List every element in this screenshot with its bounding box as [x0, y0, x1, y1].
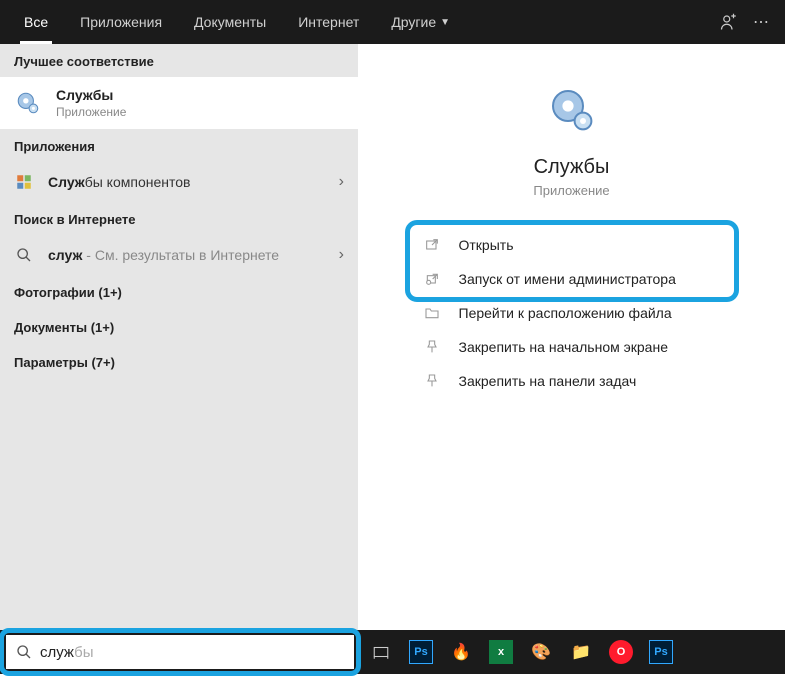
match-bold: Служ	[48, 174, 85, 190]
action-run-as-admin[interactable]: Запуск от имени администратора	[417, 262, 727, 296]
services-icon	[14, 89, 42, 117]
match-hint: - См. результаты в Интернете	[82, 247, 279, 263]
preview-panel: Службы Приложение Открыть Запуск от имен…	[358, 44, 785, 630]
action-open[interactable]: Открыть	[417, 228, 727, 262]
search-icon	[14, 245, 34, 265]
tab-label: Приложения	[80, 14, 162, 30]
action-pin-start[interactable]: Закрепить на начальном экране	[417, 330, 727, 364]
search-box-wrap: службы	[2, 631, 358, 673]
tab-web[interactable]: Интернет	[282, 0, 375, 44]
services-icon-large	[548, 86, 596, 134]
taskbar-app-photoshop-2[interactable]: Ps	[644, 635, 678, 669]
result-label: Службы компонентов	[48, 174, 190, 190]
tab-other[interactable]: Другие ▼	[375, 0, 466, 44]
action-open-location[interactable]: Перейти к расположению файла	[417, 296, 727, 330]
header-bar: Все Приложения Документы Интернет Другие…	[0, 0, 785, 44]
action-label: Запуск от имени администратора	[459, 271, 676, 287]
tab-label: Другие	[391, 14, 436, 30]
preview-subtitle: Приложение	[533, 183, 609, 198]
action-label: Открыть	[459, 237, 514, 253]
task-view-icon[interactable]	[364, 635, 398, 669]
web-heading: Поиск в Интернете	[0, 202, 358, 235]
chevron-right-icon: ›	[339, 246, 344, 264]
match-bold: служ	[48, 247, 82, 263]
web-result[interactable]: служ - См. результаты в Интернете ›	[0, 235, 358, 275]
action-label: Закрепить на начальном экране	[459, 339, 669, 355]
tab-label: Все	[24, 14, 48, 30]
search-box[interactable]: службы	[6, 635, 354, 669]
taskbar: службы Ps 🔥 x 🎨 📁 O Ps	[0, 630, 785, 674]
feedback-icon[interactable]	[713, 6, 745, 38]
search-typed: служ	[40, 644, 74, 661]
preview-title: Службы	[534, 156, 610, 179]
match-rest: бы компонентов	[85, 174, 191, 190]
apps-heading: Приложения	[0, 129, 358, 162]
result-label: служ - См. результаты в Интернете	[48, 247, 279, 263]
chevron-down-icon: ▼	[440, 17, 450, 28]
header-tabs: Все Приложения Документы Интернет Другие…	[8, 0, 466, 44]
results-panel: Лучшее соответствие Службы Приложение Пр…	[0, 44, 358, 630]
tab-documents[interactable]: Документы	[178, 0, 282, 44]
category-documents[interactable]: Документы (1+)	[0, 310, 358, 345]
main-area: Лучшее соответствие Службы Приложение Пр…	[0, 44, 785, 630]
component-icon	[14, 172, 34, 192]
action-label: Перейти к расположению файла	[459, 305, 672, 321]
pin-icon	[423, 338, 441, 356]
tab-all[interactable]: Все	[8, 0, 64, 44]
tab-apps[interactable]: Приложения	[64, 0, 178, 44]
search-input[interactable]: службы	[40, 644, 344, 661]
more-icon[interactable]: ⋯	[745, 6, 777, 38]
action-label: Закрепить на панели задач	[459, 373, 637, 389]
open-icon	[423, 236, 441, 254]
best-match-title: Службы	[56, 87, 126, 103]
preview-actions: Открыть Запуск от имени администратора П…	[417, 228, 727, 398]
pin-icon	[423, 372, 441, 390]
taskbar-app-excel[interactable]: x	[484, 635, 518, 669]
folder-icon	[423, 304, 441, 322]
best-match-heading: Лучшее соответствие	[0, 44, 358, 77]
taskbar-app-opera[interactable]: O	[604, 635, 638, 669]
admin-icon	[423, 270, 441, 288]
taskbar-app-paint[interactable]: 🎨	[524, 635, 558, 669]
search-icon	[16, 644, 32, 660]
taskbar-app-explorer[interactable]: 📁	[564, 635, 598, 669]
action-pin-taskbar[interactable]: Закрепить на панели задач	[417, 364, 727, 398]
taskbar-app-photoshop[interactable]: Ps	[404, 635, 438, 669]
category-settings[interactable]: Параметры (7+)	[0, 345, 358, 380]
app-result-component-services[interactable]: Службы компонентов ›	[0, 162, 358, 202]
best-match-subtitle: Приложение	[56, 105, 126, 119]
chevron-right-icon: ›	[339, 173, 344, 191]
category-photos[interactable]: Фотографии (1+)	[0, 275, 358, 310]
search-ghost: бы	[74, 644, 93, 661]
tab-label: Интернет	[298, 14, 359, 30]
taskbar-app-flame[interactable]: 🔥	[444, 635, 478, 669]
tab-label: Документы	[194, 14, 266, 30]
best-match-item[interactable]: Службы Приложение	[0, 77, 358, 129]
best-match-text: Службы Приложение	[56, 87, 126, 119]
